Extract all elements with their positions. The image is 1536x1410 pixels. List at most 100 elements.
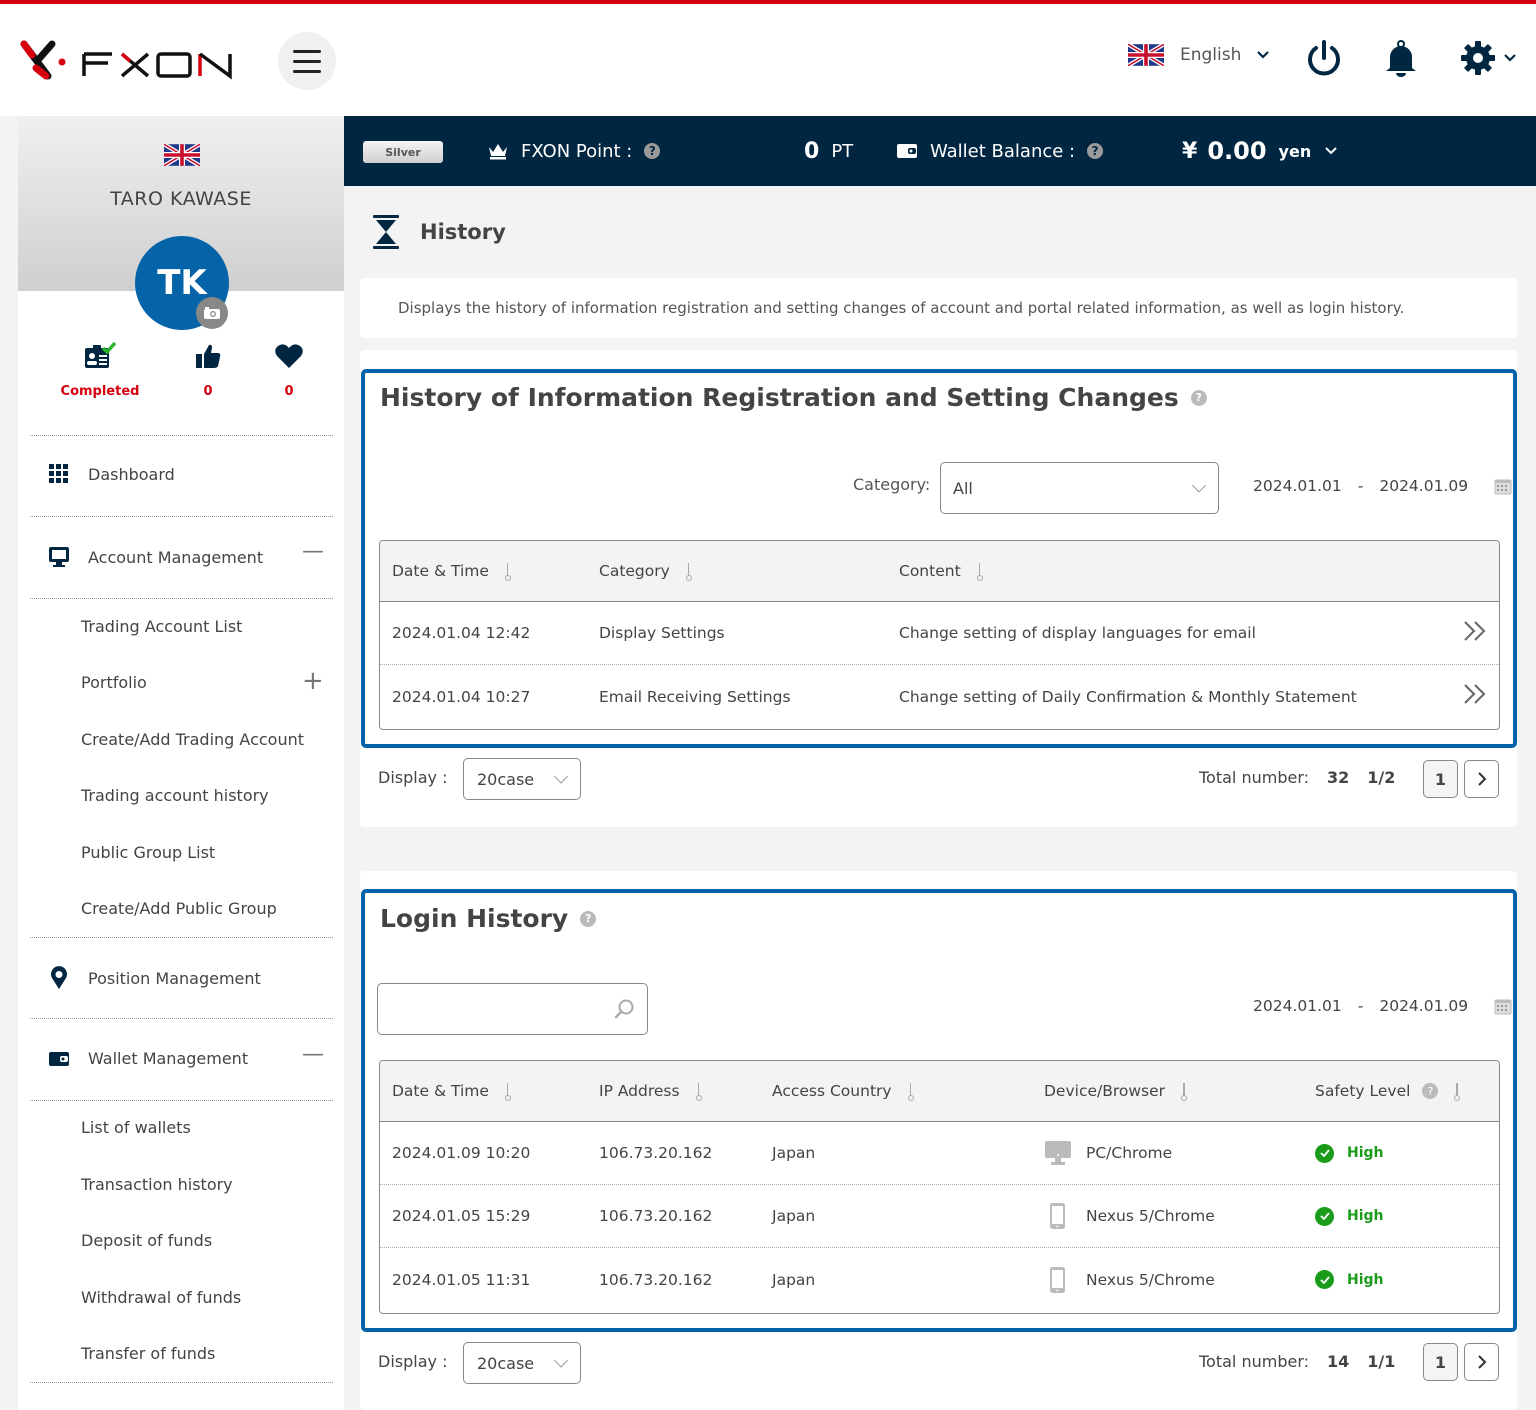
category-select[interactable]: All (940, 462, 1219, 514)
column-header-datetime[interactable]: Date & Time (392, 541, 511, 601)
collapse-icon[interactable]: — (302, 539, 324, 564)
table-row[interactable]: 2024.01.04 10:27 Email Receiving Setting… (380, 665, 1499, 728)
calendar-icon[interactable] (1494, 477, 1512, 495)
date-range[interactable]: 2024.01.01 - 2024.01.09 (1253, 477, 1512, 495)
chevron-down-icon (1191, 478, 1207, 493)
double-chevron-right-icon[interactable] (1463, 683, 1487, 705)
currency-symbol: ¥ (1182, 138, 1198, 164)
account-status-bar: Silver FXON Point : ? 0 PT Wallet Balanc… (344, 116, 1536, 186)
menu-icon (293, 49, 321, 53)
page-button-1[interactable]: 1 (1423, 760, 1458, 798)
expand-icon[interactable]: + (302, 666, 324, 696)
page-button-1[interactable]: 1 (1423, 1343, 1458, 1381)
column-header-device[interactable]: Device/Browser (1044, 1061, 1188, 1121)
sidebar-item-withdrawal-of-funds[interactable]: Withdrawal of funds (81, 1288, 241, 1307)
cell-content: Change setting of display languages for … (899, 624, 1256, 642)
settings-history-table: Date & Time Category Content 2024.01.04 … (379, 540, 1500, 730)
header: English (0, 4, 1536, 116)
pagination-summary: Total number: 32 1/2 (1199, 768, 1395, 787)
check-circle-icon (1315, 1206, 1334, 1226)
page-title-text: History (420, 220, 506, 244)
cell-country: Japan (772, 1270, 816, 1289)
favorites-count[interactable]: 0 (259, 342, 319, 399)
camera-icon[interactable] (196, 297, 228, 329)
sidebar-item-dashboard[interactable]: Dashboard (48, 464, 175, 484)
help-icon[interactable]: ? (1087, 143, 1104, 159)
next-page-button[interactable] (1464, 760, 1499, 798)
double-chevron-right-icon[interactable] (1463, 620, 1487, 642)
page-title: History (372, 214, 506, 250)
help-icon[interactable]: ? (1190, 389, 1207, 406)
page-info: 1/1 (1367, 1352, 1396, 1371)
login-search-box[interactable] (377, 983, 648, 1035)
monitor-icon (49, 547, 69, 567)
crown-icon (489, 144, 507, 160)
sort-icon[interactable] (907, 1082, 914, 1101)
table-row[interactable]: 2024.01.04 12:42 Display Settings Change… (380, 602, 1499, 665)
menu-toggle-button[interactable] (278, 32, 336, 90)
column-header-country[interactable]: Access Country (772, 1061, 914, 1121)
help-icon[interactable]: ? (644, 143, 661, 159)
wallet-balance-dropdown[interactable]: ¥ 0.00 yen (1182, 116, 1337, 186)
sidebar-item-deposit-of-funds[interactable]: Deposit of funds (81, 1231, 212, 1250)
sort-icon[interactable] (976, 562, 983, 581)
sidebar-item-portfolio[interactable]: Portfolio (81, 673, 147, 692)
pagination-summary: Total number: 14 1/1 (1199, 1352, 1395, 1371)
sidebar-item-label: Account Management (88, 547, 264, 567)
calendar-icon[interactable] (1494, 997, 1512, 1015)
total-label: Total number: (1199, 1352, 1310, 1371)
sidebar-item-transaction-history[interactable]: Transaction history (81, 1175, 233, 1194)
display-label: Display : (378, 1352, 448, 1371)
sort-icon[interactable] (695, 1082, 702, 1101)
sidebar-item-create-public-group[interactable]: Create/Add Public Group (81, 899, 277, 918)
power-icon[interactable] (1306, 40, 1342, 78)
fxon-point-label: FXON Point : (521, 140, 633, 162)
sort-icon[interactable] (1454, 1082, 1461, 1101)
column-header-datetime[interactable]: Date & Time (392, 1061, 511, 1121)
column-header-ip[interactable]: IP Address (599, 1061, 702, 1121)
sidebar-item-create-trading-account[interactable]: Create/Add Trading Account (81, 730, 304, 749)
mobile-icon (1050, 1203, 1065, 1229)
search-input[interactable] (390, 984, 610, 1032)
column-header-safety[interactable]: Safety Level? (1315, 1061, 1461, 1121)
sidebar-item-transfer-of-funds[interactable]: Transfer of funds (81, 1344, 215, 1363)
language-selector[interactable]: English (1128, 44, 1270, 66)
divider (30, 1100, 333, 1101)
sidebar-item-list-of-wallets[interactable]: List of wallets (81, 1118, 191, 1137)
cell-content: Change setting of Daily Confirmation & M… (899, 687, 1357, 706)
sidebar-item-account-management[interactable]: Account Management (48, 546, 263, 568)
date-range[interactable]: 2024.01.01 - 2024.01.09 (1253, 997, 1512, 1015)
category-label: Category: (853, 475, 931, 494)
collapse-icon[interactable]: — (302, 1042, 324, 1067)
settings-menu[interactable] (1460, 40, 1516, 76)
display-count-select[interactable]: 20case (463, 758, 581, 800)
column-header-category[interactable]: Category (599, 541, 692, 601)
sidebar-item-trading-account-list[interactable]: Trading Account List (81, 617, 242, 636)
search-icon[interactable] (613, 998, 635, 1020)
sort-icon[interactable] (504, 1082, 511, 1101)
help-icon[interactable]: ? (1422, 1083, 1439, 1099)
sidebar-item-position-management[interactable]: Position Management (48, 966, 261, 990)
sidebar-item-wallet-management[interactable]: Wallet Management (48, 1049, 248, 1068)
sort-icon[interactable] (504, 562, 511, 581)
verification-status[interactable]: Completed (50, 341, 150, 399)
column-header-content[interactable]: Content (899, 541, 983, 601)
divider (30, 435, 333, 436)
bell-icon[interactable] (1384, 40, 1418, 78)
next-page-button[interactable] (1464, 1343, 1499, 1381)
page-info: 1/2 (1367, 768, 1396, 787)
sidebar-item-trading-account-history[interactable]: Trading account history (81, 786, 269, 805)
display-count-select[interactable]: 20case (463, 1342, 581, 1384)
fxon-point-unit: PT (831, 140, 854, 162)
chevron-down-icon (1325, 147, 1337, 155)
divider (30, 1382, 333, 1383)
date-separator: - (1357, 997, 1364, 1015)
help-icon[interactable]: ? (580, 910, 597, 927)
likes-count[interactable]: 0 (178, 342, 238, 399)
date-separator: - (1357, 477, 1364, 495)
sort-icon[interactable] (685, 562, 692, 581)
id-card-check-icon (85, 341, 117, 368)
fxon-logo[interactable] (18, 36, 238, 82)
sidebar-item-public-group-list[interactable]: Public Group List (81, 843, 215, 862)
sort-icon[interactable] (1181, 1082, 1188, 1101)
